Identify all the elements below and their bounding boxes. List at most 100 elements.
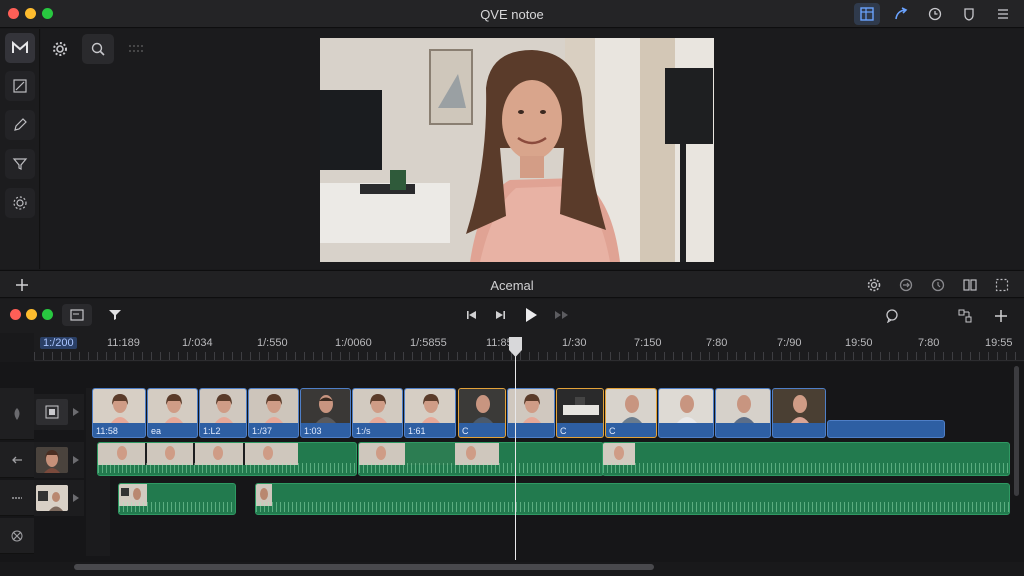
audio-clip[interactable]: [255, 483, 1010, 515]
video-clip-selected[interactable]: C: [556, 388, 604, 438]
settings-gear-icon[interactable]: [44, 34, 76, 64]
video-clip[interactable]: 1:03: [300, 388, 351, 438]
video-clip-tail[interactable]: [827, 420, 945, 438]
magnet-icon[interactable]: [5, 33, 35, 63]
track-header-video[interactable]: [0, 388, 34, 440]
grid-icon[interactable]: [854, 3, 880, 25]
loop-icon[interactable]: [896, 275, 916, 295]
playhead-handle[interactable]: [508, 336, 523, 358]
video-frame: [320, 38, 714, 262]
audio-waveform: [359, 463, 603, 473]
search-icon[interactable]: [82, 34, 114, 64]
clip-thumbnail: [557, 389, 603, 423]
timeline-ruler[interactable]: 1:/200 11:189 1/:034 1/:550 1:/0060 1/:5…: [34, 333, 1024, 361]
track-header-audio-1-thumb[interactable]: [34, 442, 84, 478]
ruler-label: 1:/200: [40, 337, 77, 349]
audio-clip[interactable]: [358, 442, 604, 476]
tool-rail: [0, 29, 40, 269]
track-thumb: [36, 485, 68, 511]
shield-icon[interactable]: [956, 3, 982, 25]
clock-icon[interactable]: [922, 3, 948, 25]
timeline-minimize-button[interactable]: [26, 309, 37, 320]
track-thumb: [36, 447, 68, 473]
video-clip[interactable]: 1:61: [404, 388, 456, 438]
clip-thumbnail: [773, 389, 825, 423]
clip-label: C: [609, 426, 616, 436]
playhead-line[interactable]: [515, 340, 516, 560]
clip-label: C: [560, 426, 567, 436]
track-header-audio-1[interactable]: [0, 442, 34, 478]
chevron-right-icon[interactable]: [72, 455, 80, 465]
video-clip[interactable]: [715, 388, 771, 438]
gear-badge-icon[interactable]: [5, 188, 35, 218]
ruler-label: 1:/0060: [335, 337, 372, 349]
track-header-video-thumb[interactable]: [34, 394, 84, 430]
audio-waveform: [256, 502, 1009, 512]
chevron-right-icon[interactable]: [72, 493, 80, 503]
gear-icon[interactable]: [864, 275, 884, 295]
dots-grid-icon[interactable]: [120, 34, 152, 64]
video-preview[interactable]: [320, 38, 714, 262]
audio-clip[interactable]: [118, 483, 236, 515]
comment-icon[interactable]: [882, 306, 902, 326]
history-icon[interactable]: [928, 275, 948, 295]
menu-icon[interactable]: [990, 3, 1016, 25]
filter-icon[interactable]: [5, 149, 35, 179]
arrow-curve-icon[interactable]: [888, 3, 914, 25]
timeline-close-button[interactable]: [10, 309, 21, 320]
audio-clip[interactable]: [97, 442, 357, 476]
video-clip[interactable]: 1:/s: [352, 388, 403, 438]
ruler-label: 19:50: [845, 337, 873, 349]
video-clip-selected[interactable]: C: [605, 388, 657, 438]
ruler-label: 11:189: [107, 337, 140, 349]
clip-thumbnail: [459, 389, 505, 423]
clip-label: ea: [151, 426, 162, 436]
video-clip[interactable]: 1:/37: [248, 388, 299, 438]
selection-icon[interactable]: [992, 275, 1012, 295]
timeline-zoom-button[interactable]: [42, 309, 53, 320]
pen-icon[interactable]: [5, 110, 35, 140]
video-clip[interactable]: [772, 388, 826, 438]
audio-clip[interactable]: [602, 442, 1010, 476]
video-clip[interactable]: 11:58: [92, 388, 146, 438]
ruler-label: 7:80: [918, 337, 940, 349]
clip-thumbnail: [405, 389, 455, 423]
ruler-label: 7:150: [634, 337, 662, 349]
fast-forward-icon[interactable]: [552, 305, 572, 325]
timeline-tracks[interactable]: 11:58 ea 1:L2 1:/37 1:03 1:/s 1:61 C C C: [0, 362, 1024, 562]
video-clip[interactable]: 1:L2: [199, 388, 247, 438]
split-icon[interactable]: [960, 275, 980, 295]
clip-thumbnails: [359, 443, 499, 465]
clip-thumbnail: [301, 389, 350, 423]
clip-view-icon[interactable]: [62, 304, 92, 326]
track-header-audio-2[interactable]: [0, 480, 34, 516]
add-track-icon[interactable]: [991, 306, 1011, 326]
clip-thumbnail: [200, 389, 246, 423]
audio-waveform: [603, 463, 1009, 473]
vertical-scrollbar[interactable]: [1014, 366, 1019, 496]
clip-label: 1:03: [304, 426, 322, 436]
chevron-right-icon[interactable]: [72, 407, 80, 417]
video-clip[interactable]: [658, 388, 714, 438]
clip-thumbnails: [603, 443, 635, 465]
play-icon[interactable]: [518, 305, 544, 325]
arrange-icon[interactable]: [955, 306, 975, 326]
track-header-effects[interactable]: [0, 518, 34, 554]
audio-waveform: [98, 463, 356, 473]
funnel-icon[interactable]: [100, 304, 130, 326]
video-clip[interactable]: ea: [147, 388, 198, 438]
transform-icon[interactable]: [5, 71, 35, 101]
track-header-audio-2-thumb[interactable]: [34, 480, 84, 516]
horizontal-scrollbar[interactable]: [74, 564, 654, 570]
ruler-label: 7:/90: [777, 337, 802, 349]
ruler-label: 1/:5855: [410, 337, 447, 349]
track-thumb: [36, 399, 68, 425]
clip-thumbnail: [148, 389, 197, 423]
timeline-toolbar: [0, 299, 1024, 333]
step-forward-icon[interactable]: [490, 305, 510, 325]
ruler-ticks: [34, 352, 1024, 360]
clip-label: 1:/37: [252, 426, 273, 436]
skip-back-icon[interactable]: [462, 305, 482, 325]
video-clip-selected[interactable]: C: [458, 388, 506, 438]
audio-waveform: [119, 502, 235, 512]
